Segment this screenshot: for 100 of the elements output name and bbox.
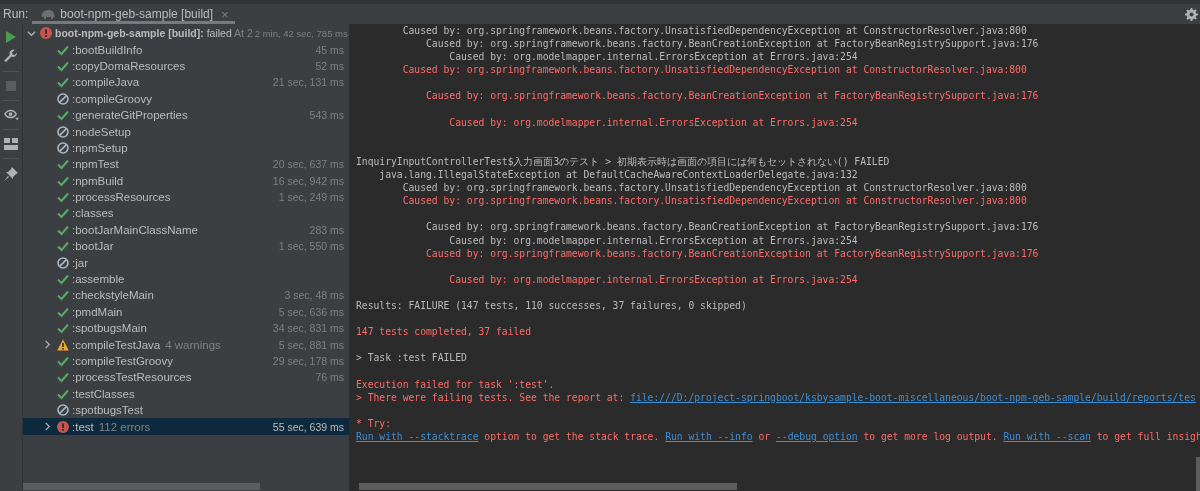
- console-line: Caused by: org.modelmapper.internal.ErrorsException at Errors.java:254: [448, 115, 859, 129]
- skipped-icon: [57, 141, 69, 154]
- chevron-icon[interactable]: [43, 422, 52, 432]
- task-note: 112 errors: [98, 420, 151, 433]
- tree-item[interactable]: :spotbugsTest: [23, 402, 349, 419]
- tree-item[interactable]: :compileTestGroovy 29 sec, 178 ms: [23, 352, 349, 370]
- console-line: Caused by: org.springframework.beans.factory.UnsatisfiedDependencyException at ConstructorResolver.java:800: [401, 181, 1028, 195]
- tree-item[interactable]: :compileGroovy: [23, 90, 349, 107]
- check-icon: [57, 109, 69, 122]
- tree-item[interactable]: :bootJarMainClassName 283 ms: [23, 221, 349, 239]
- tree-item[interactable]: :npmBuild 16 sec, 942 ms: [23, 172, 349, 189]
- check-icon: [57, 158, 69, 171]
- console-line: InquiryInputControllerTest$入力画面3のテスト > 初期表示時は画面の項目には何もセットされない() FAILED: [356, 154, 891, 169]
- tree-item[interactable]: :classes: [23, 205, 349, 222]
- task-note: 4 warnings: [165, 338, 221, 351]
- tree-item[interactable]: :npmSetup: [23, 139, 349, 157]
- tree-item[interactable]: :spotbugsMain 34 sec, 831 ms: [23, 320, 349, 337]
- duration: 543 ms: [309, 109, 344, 122]
- console-link[interactable]: file:///D:/project-springboot/ksbysample-boot-miscellaneous/boot-npm-geb-sample/build/reports/tes: [630, 391, 1196, 403]
- eye-icon[interactable]: [3, 109, 19, 121]
- tree-item[interactable]: :bootBuildInfo 45 ms: [23, 41, 349, 58]
- task-name: :npmTest: [72, 158, 119, 171]
- check-icon: [57, 76, 69, 89]
- build-status: boot-npm-geb-sample [build]: failed At 2: [55, 27, 253, 40]
- run-icon[interactable]: [5, 31, 17, 43]
- console-line: Caused by: org.springframework.beans.factory.BeanCreationException at FactoryBeanRegistrySupport.java:176: [425, 37, 1040, 51]
- console-line: * Try:: [356, 416, 392, 430]
- check-icon: [57, 371, 69, 384]
- console-link[interactable]: Run with --info: [665, 430, 753, 442]
- skipped-icon: [57, 404, 69, 417]
- task-name: :generateGitProperties: [72, 109, 188, 122]
- check-icon: [57, 191, 69, 204]
- console-link[interactable]: --debug option: [775, 430, 858, 442]
- run-label: Run:: [2, 7, 30, 21]
- layout-icon[interactable]: [4, 138, 18, 150]
- chevron-icon[interactable]: [27, 28, 36, 38]
- tree-item[interactable]: :generateGitProperties 543 ms: [23, 106, 349, 124]
- console-link[interactable]: Run with --scan: [1003, 430, 1091, 442]
- duration: 1 sec, 249 ms: [278, 191, 344, 204]
- tree-item[interactable]: :checkstyleMain 3 sec, 48 ms: [23, 287, 349, 304]
- console-line: Caused by: org.springframework.beans.factory.BeanCreationException at FactoryBeanRegistrySupport.java:176: [425, 89, 1040, 103]
- tree-item[interactable]: :compileTestJava 4 warnings 5 sec, 881 ms: [23, 336, 349, 353]
- error-icon: [40, 27, 52, 40]
- task-name: :compileTestJava: [72, 338, 161, 351]
- scrollbar[interactable]: [23, 483, 260, 490]
- duration: 45 ms: [315, 43, 344, 56]
- check-icon: [57, 223, 69, 236]
- task-name: :bootBuildInfo: [72, 43, 143, 56]
- tree-item[interactable]: :processResources 1 sec, 249 ms: [23, 188, 349, 206]
- task-name: :jar: [72, 256, 88, 269]
- check-icon: [57, 322, 69, 335]
- skipped-icon: [57, 125, 69, 138]
- console-line: Caused by: org.modelmapper.internal.ErrorsException at Errors.java:254: [448, 272, 859, 286]
- tree-item[interactable]: :testClasses: [23, 385, 349, 402]
- tree-item[interactable]: :processTestResources 76 ms: [23, 369, 349, 386]
- check-icon: [57, 387, 69, 400]
- check-icon: [57, 305, 69, 318]
- warning-icon: [57, 338, 69, 351]
- task-name: :npmSetup: [72, 141, 128, 154]
- duration: 16 sec, 942 ms: [272, 174, 344, 187]
- console-line: java.lang.IllegalStateException at DefaultCacheAwareContextLoaderDelegate.java:132: [378, 168, 859, 182]
- duration: 52 ms: [315, 59, 344, 72]
- tree-item[interactable]: :copyDomaResources 52 ms: [23, 57, 349, 75]
- console-line: Caused by: org.springframework.beans.factory.BeanCreationException at FactoryBeanRegistrySupport.java:176: [425, 220, 1040, 234]
- tree-item[interactable]: :pmdMain 5 sec, 636 ms: [23, 303, 349, 321]
- duration: 21 sec, 131 ms: [272, 76, 344, 89]
- task-name: :test: [72, 420, 94, 433]
- duration: 20 sec, 637 ms: [272, 158, 344, 171]
- console-link[interactable]: Run with --stacktrace: [356, 430, 479, 442]
- task-name: :processTestResources: [72, 371, 192, 384]
- scrollbar[interactable]: [1196, 457, 1200, 491]
- tree-item[interactable]: :jar: [23, 254, 349, 271]
- check-icon: [57, 273, 69, 286]
- wrench-icon[interactable]: [4, 49, 18, 63]
- skipped-icon: [57, 92, 69, 105]
- duration: 29 sec, 178 ms: [272, 355, 344, 367]
- task-name: :processResources: [72, 191, 171, 204]
- duration: 55 sec, 639 ms: [272, 420, 344, 433]
- task-name: :checkstyleMain: [72, 289, 154, 302]
- console-line: Execution failed for task ':test'.: [356, 377, 556, 391]
- tree-item[interactable]: :compileJava 21 sec, 131 ms: [23, 74, 349, 91]
- tree-item[interactable]: :assemble: [23, 270, 349, 288]
- task-name: :copyDomaResources: [72, 59, 186, 72]
- chevron-icon[interactable]: [43, 340, 52, 350]
- console-line: Results: FAILURE (147 tests, 110 successes, 37 failures, 0 skipped): [356, 298, 748, 313]
- task-name: :pmdMain: [72, 305, 123, 318]
- task-name: :compileGroovy: [72, 92, 152, 105]
- settings-icon[interactable]: [1185, 7, 1198, 21]
- scrollbar[interactable]: [359, 483, 737, 490]
- tree-item[interactable]: :test 112 errors 55 sec, 639 ms: [23, 418, 349, 435]
- console-text: to get more log output.: [862, 430, 999, 442]
- console-line: Caused by: org.modelmapper.internal.ErrorsException at Errors.java:254: [448, 50, 859, 64]
- task-name: :bootJar: [72, 240, 114, 253]
- tree-item[interactable]: :bootJar 1 sec, 550 ms: [23, 238, 349, 255]
- task-name: :testClasses: [72, 387, 135, 400]
- error-icon: [57, 420, 69, 433]
- duration: 3 sec, 48 ms: [284, 289, 344, 302]
- tree-item[interactable]: :npmTest 20 sec, 637 ms: [23, 156, 349, 173]
- pin-icon[interactable]: [4, 167, 18, 181]
- tree-item[interactable]: :nodeSetup: [23, 123, 349, 140]
